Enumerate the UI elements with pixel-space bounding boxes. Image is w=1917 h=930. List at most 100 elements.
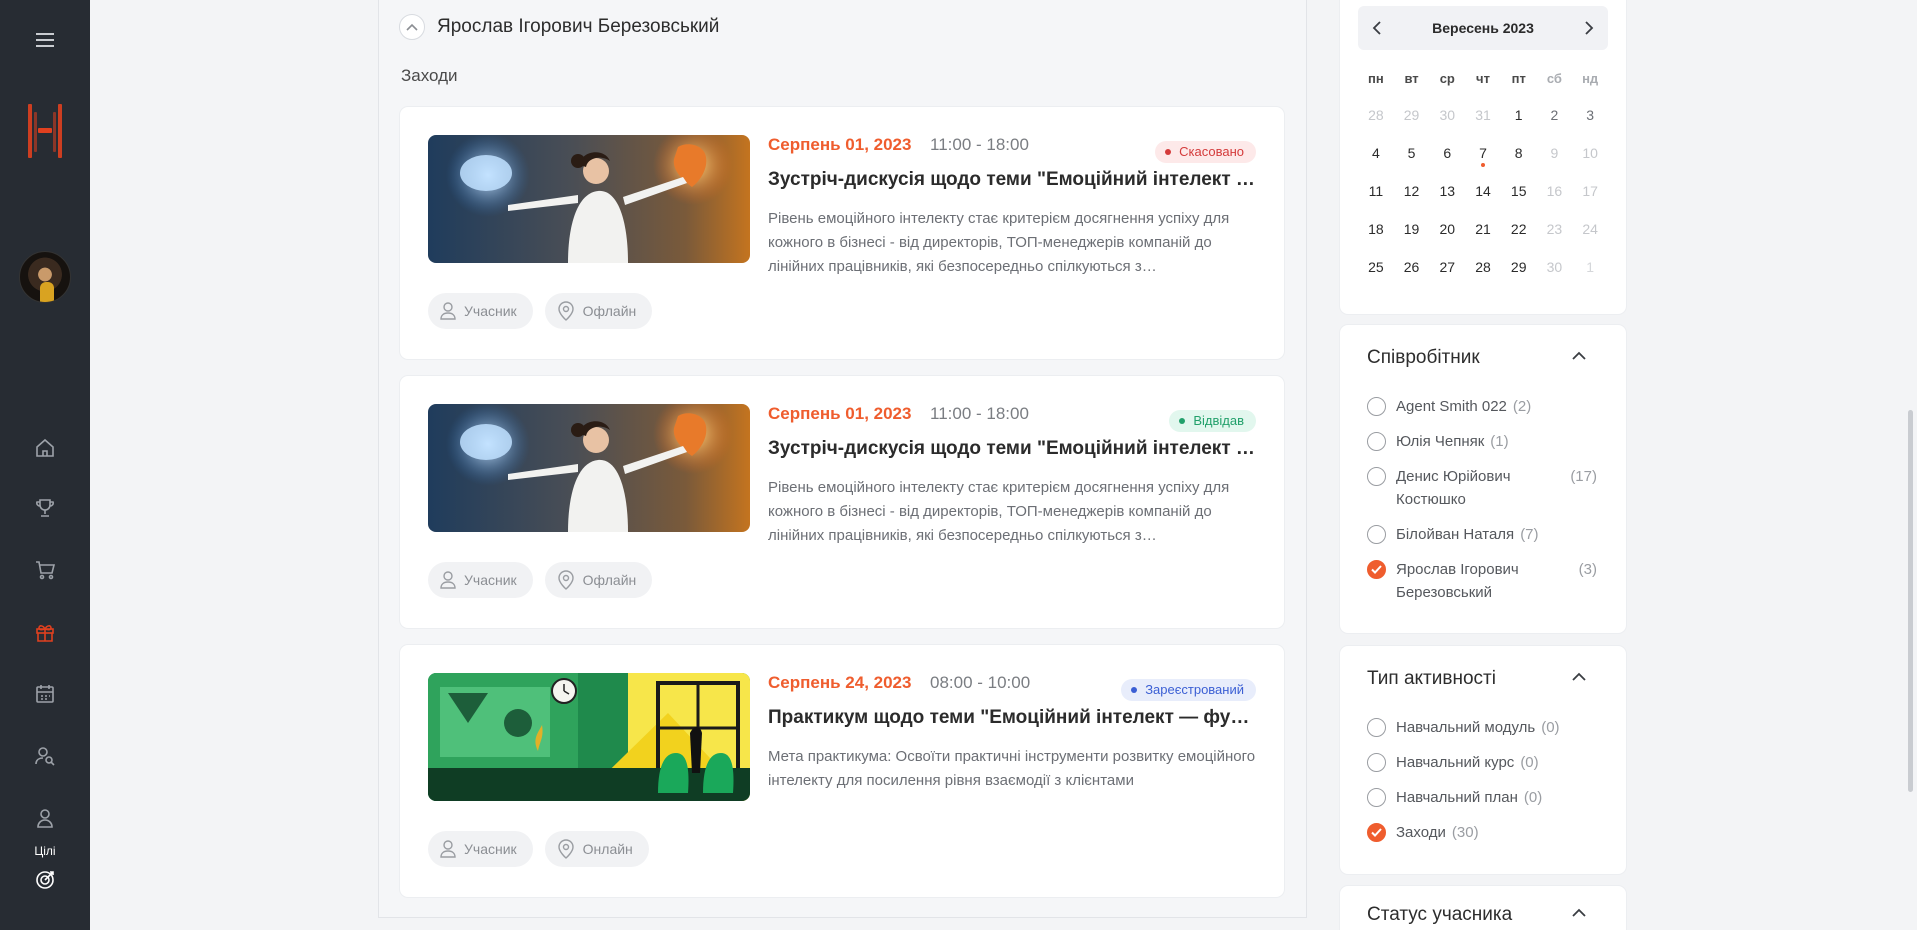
user-avatar[interactable]	[0, 250, 90, 304]
option-label: Заходи	[1396, 824, 1446, 841]
calendar-day[interactable]: 28	[1465, 248, 1501, 286]
location-pin-icon	[557, 301, 574, 321]
weekday-label: пт	[1511, 70, 1526, 86]
user-icon	[440, 840, 456, 858]
chevron-up-icon[interactable]	[1572, 908, 1586, 917]
event-title[interactable]: Практикум щодо теми "Емоційний інтелект …	[768, 707, 1260, 729]
calendar-day[interactable]: 1	[1501, 96, 1537, 134]
calendar-day[interactable]: 11	[1358, 172, 1394, 210]
gift-icon[interactable]	[0, 620, 90, 644]
calendar-day[interactable]: 31	[1465, 96, 1501, 134]
radio-button[interactable]	[1367, 753, 1386, 772]
calendar-day[interactable]: 20	[1429, 210, 1465, 248]
page-scrollbar[interactable]	[1908, 410, 1913, 792]
brand-logo[interactable]	[0, 100, 90, 162]
user-search-icon[interactable]	[0, 744, 90, 768]
calendar-day-today[interactable]: 7	[1465, 134, 1501, 172]
calendar-day[interactable]: 13	[1429, 172, 1465, 210]
role-label: Учасник	[464, 572, 517, 588]
event-title[interactable]: Зустріч-дискусія щодо теми "Емоційний ін…	[768, 438, 1260, 460]
calendar-day[interactable]: 16	[1537, 172, 1573, 210]
calendar-day[interactable]: 30	[1537, 248, 1573, 286]
calendar-day[interactable]: 8	[1501, 134, 1537, 172]
option-label: Денис Юрійович Костюшко	[1396, 468, 1511, 508]
chevron-up-icon[interactable]	[1572, 351, 1586, 360]
radio-button[interactable]	[1367, 718, 1386, 737]
calendar-day[interactable]: 12	[1394, 172, 1430, 210]
calendar-day[interactable]: 3	[1572, 96, 1608, 134]
calendar-day[interactable]: 26	[1394, 248, 1430, 286]
employee-filter-option[interactable]: Денис Юрійович Костюшко (17)	[1367, 465, 1597, 511]
event-card[interactable]: Серпень 24, 2023 08:00 - 10:00 Зареєстро…	[400, 645, 1284, 897]
calendar-day[interactable]: 30	[1429, 96, 1465, 134]
activity-filter-option[interactable]: Навчальний план (0)	[1367, 786, 1597, 809]
calendar-day[interactable]: 25	[1358, 248, 1394, 286]
calendar-day[interactable]: 21	[1465, 210, 1501, 248]
radio-button-checked[interactable]	[1367, 823, 1386, 842]
event-card[interactable]: Серпень 01, 2023 11:00 - 18:00 Відвідав …	[400, 376, 1284, 628]
user-icon[interactable]	[0, 806, 90, 830]
calendar-day[interactable]: 22	[1501, 210, 1537, 248]
calendar-panel: Вересень 2023 пн вт ср чт пт сб нд 28 29…	[1340, 0, 1626, 314]
home-icon[interactable]	[0, 436, 90, 460]
events-panel: Ярослав Ігорович Березовський Заходи Сер…	[378, 0, 1307, 918]
calendar-day[interactable]: 17	[1572, 172, 1608, 210]
calendar-day[interactable]: 5	[1394, 134, 1430, 172]
calendar-day[interactable]: 28	[1358, 96, 1394, 134]
activity-filter-panel: Тип активності Навчальний модуль (0) Нав…	[1340, 646, 1626, 874]
radio-button-checked[interactable]	[1367, 560, 1386, 579]
activity-filter-option[interactable]: Навчальний курс (0)	[1367, 751, 1597, 774]
format-label: Офлайн	[582, 303, 637, 319]
calendar-icon[interactable]	[0, 682, 90, 706]
chevron-right-icon[interactable]	[1584, 21, 1594, 35]
calendar-day[interactable]: 29	[1394, 96, 1430, 134]
calendar-day[interactable]: 18	[1358, 210, 1394, 248]
menu-icon[interactable]	[0, 26, 90, 54]
event-tags: Учасник Офлайн	[428, 293, 653, 329]
calendar-day[interactable]: 29	[1501, 248, 1537, 286]
calendar-day[interactable]: 24	[1572, 210, 1608, 248]
weekday-label: вт	[1404, 70, 1419, 86]
employee-filter-option[interactable]: Agent Smith 022 (2)	[1367, 395, 1597, 418]
option-label: Ярослав Ігорович Березовський	[1396, 561, 1519, 601]
option-label: Юлія Чепняк	[1396, 433, 1485, 450]
radio-button[interactable]	[1367, 397, 1386, 416]
radio-button[interactable]	[1367, 788, 1386, 807]
section-title: Заходи	[401, 66, 458, 85]
chevron-up-icon[interactable]	[1572, 672, 1586, 681]
calendar-day[interactable]: 19	[1394, 210, 1430, 248]
calendar-day[interactable]: 1	[1572, 248, 1608, 286]
calendar-header: Вересень 2023	[1358, 6, 1608, 50]
employee-filter-option[interactable]: Ярослав Ігорович Березовський (3)	[1367, 558, 1597, 604]
calendar-day[interactable]: 4	[1358, 134, 1394, 172]
event-card[interactable]: Серпень 01, 2023 11:00 - 18:00 Скасовано…	[400, 107, 1284, 359]
cart-icon[interactable]	[0, 558, 90, 582]
employee-filter-option[interactable]: Юлія Чепняк (1)	[1367, 430, 1597, 453]
activity-filter-list: Навчальний модуль (0) Навчальний курс (0…	[1367, 716, 1597, 856]
calendar-day[interactable]: 6	[1429, 134, 1465, 172]
event-time: 08:00 - 10:00	[930, 673, 1031, 692]
calendar-day[interactable]: 2	[1537, 96, 1573, 134]
option-count: (17)	[1570, 468, 1597, 485]
collapse-button[interactable]	[399, 14, 425, 40]
event-date: Серпень 01, 2023	[768, 404, 912, 423]
calendar-day[interactable]: 14	[1465, 172, 1501, 210]
event-title[interactable]: Зустріч-дискусія щодо теми "Емоційний ін…	[768, 169, 1260, 191]
radio-button[interactable]	[1367, 467, 1386, 486]
calendar-day[interactable]: 15	[1501, 172, 1537, 210]
goals-label[interactable]: Цілі	[0, 844, 90, 858]
calendar-day[interactable]: 27	[1429, 248, 1465, 286]
calendar-day[interactable]: 23	[1537, 210, 1573, 248]
event-time: 11:00 - 18:00	[930, 135, 1029, 154]
employee-filter-option[interactable]: Білойван Наталя (7)	[1367, 523, 1597, 546]
trophy-icon[interactable]	[0, 496, 90, 520]
radio-button[interactable]	[1367, 525, 1386, 544]
participant-status-title: Статус учасника	[1367, 904, 1513, 925]
chevron-left-icon[interactable]	[1372, 21, 1382, 35]
activity-filter-option[interactable]: Навчальний модуль (0)	[1367, 716, 1597, 739]
target-icon[interactable]	[0, 868, 90, 892]
activity-filter-option[interactable]: Заходи (30)	[1367, 821, 1597, 844]
calendar-day[interactable]: 10	[1572, 134, 1608, 172]
radio-button[interactable]	[1367, 432, 1386, 451]
calendar-day[interactable]: 9	[1537, 134, 1573, 172]
